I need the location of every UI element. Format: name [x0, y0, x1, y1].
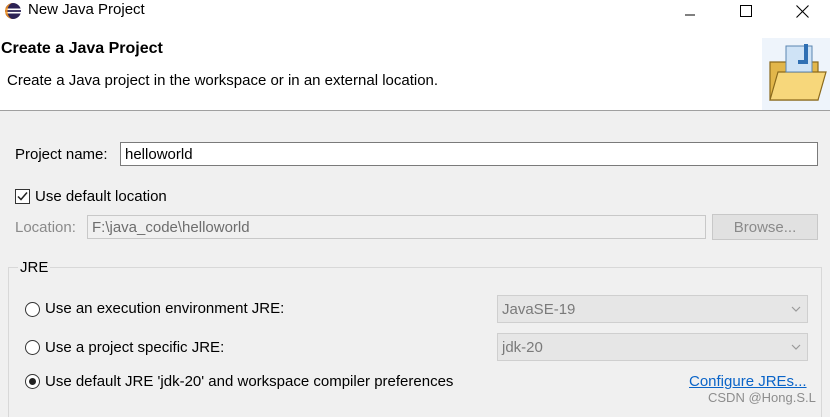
wizard-header: Create a Java Project Create a Java proj… — [0, 22, 830, 111]
default-jre-radio[interactable] — [25, 374, 40, 389]
checkmark-icon — [17, 192, 28, 201]
maximize-icon — [740, 5, 752, 17]
minimize-icon — [685, 14, 695, 16]
window-title: New Java Project — [28, 1, 145, 18]
chevron-down-icon — [791, 344, 801, 350]
default-jre-label: Use default JRE 'jdk-20' and workspace c… — [45, 373, 454, 390]
new-java-project-folder-icon — [762, 38, 830, 110]
jre-group-label: JRE — [18, 259, 51, 276]
exec-env-jre-radio[interactable] — [25, 302, 40, 317]
project-specific-jre-radio[interactable] — [25, 340, 40, 355]
page-title: Create a Java Project — [1, 40, 163, 57]
location-label: Location: — [15, 219, 76, 236]
close-button[interactable] — [774, 0, 830, 22]
eclipse-icon — [5, 3, 21, 19]
close-icon — [795, 4, 809, 18]
chevron-down-icon — [791, 306, 801, 312]
project-specific-jre-select: jdk-20 — [497, 333, 808, 361]
page-description: Create a Java project in the workspace o… — [7, 72, 439, 89]
maximize-button[interactable] — [718, 0, 774, 22]
minimize-button[interactable] — [662, 0, 718, 22]
use-default-location-label: Use default location — [35, 188, 167, 205]
project-specific-jre-select-value: jdk-20 — [502, 339, 543, 356]
exec-env-select-value: JavaSE-19 — [502, 301, 576, 318]
project-name-input[interactable] — [120, 142, 818, 166]
project-name-label: Project name: — [15, 146, 108, 163]
exec-env-jre-label: Use an execution environment JRE: — [45, 300, 285, 317]
exec-env-select: JavaSE-19 — [497, 295, 808, 323]
configure-jres-link[interactable]: Configure JREs... — [689, 373, 807, 390]
title-bar: New Java Project — [0, 0, 830, 22]
location-input — [87, 215, 706, 239]
project-specific-jre-label: Use a project specific JRE: — [45, 339, 225, 356]
watermark: CSDN @Hong.S.L — [708, 390, 816, 405]
use-default-location-checkbox[interactable] — [15, 189, 30, 204]
browse-button: Browse... — [712, 214, 818, 240]
